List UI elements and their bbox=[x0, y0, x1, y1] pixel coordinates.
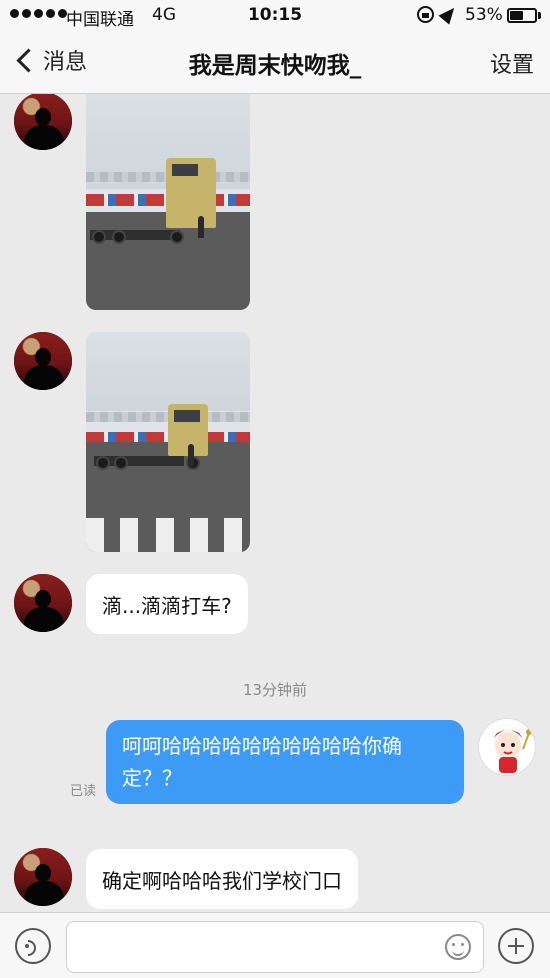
message-input[interactable] bbox=[66, 921, 484, 973]
message-text: 呵呵哈哈哈哈哈哈哈哈哈哈你确定？？ bbox=[122, 734, 402, 790]
rotation-lock-icon bbox=[417, 6, 434, 23]
battery-icon bbox=[507, 8, 537, 23]
voice-icon[interactable] bbox=[15, 928, 51, 964]
message-timestamp: 13分钟前 bbox=[242, 681, 308, 699]
chat-area[interactable]: 滴...滴滴打车? 13分钟前 已读 呵呵哈哈哈哈哈哈哈哈哈哈你确定？？ 确定啊… bbox=[0, 94, 550, 912]
chat-title: 我是周末快吻我_ bbox=[188, 53, 362, 79]
settings-button[interactable]: 设置 bbox=[490, 47, 534, 79]
contact-avatar[interactable] bbox=[14, 332, 72, 390]
emoji-icon[interactable] bbox=[445, 934, 471, 960]
contact-avatar[interactable] bbox=[14, 848, 72, 906]
message-bubble[interactable]: 确定啊哈哈哈我们学校门口 bbox=[86, 849, 358, 909]
contact-avatar[interactable] bbox=[14, 94, 72, 150]
nav-bar: 消息 我是周末快吻我_ 设置 bbox=[0, 30, 550, 94]
input-bar bbox=[0, 912, 550, 978]
battery-percent: 53% bbox=[465, 5, 503, 25]
message-text: 确定啊哈哈哈我们学校门口 bbox=[102, 868, 342, 893]
my-avatar[interactable] bbox=[478, 718, 536, 776]
status-bar: 中国联通 4G 10:15 53% bbox=[0, 0, 550, 30]
image-message[interactable] bbox=[86, 94, 250, 310]
image-message[interactable] bbox=[86, 332, 250, 552]
message-bubble[interactable]: 滴...滴滴打车? bbox=[86, 574, 248, 634]
read-status: 已读 bbox=[70, 784, 97, 799]
plus-icon[interactable] bbox=[498, 928, 534, 964]
my-message-bubble[interactable]: 呵呵哈哈哈哈哈哈哈哈哈哈你确定？？ bbox=[106, 720, 464, 804]
message-text: 滴...滴滴打车? bbox=[102, 593, 232, 618]
contact-avatar[interactable] bbox=[14, 574, 72, 632]
